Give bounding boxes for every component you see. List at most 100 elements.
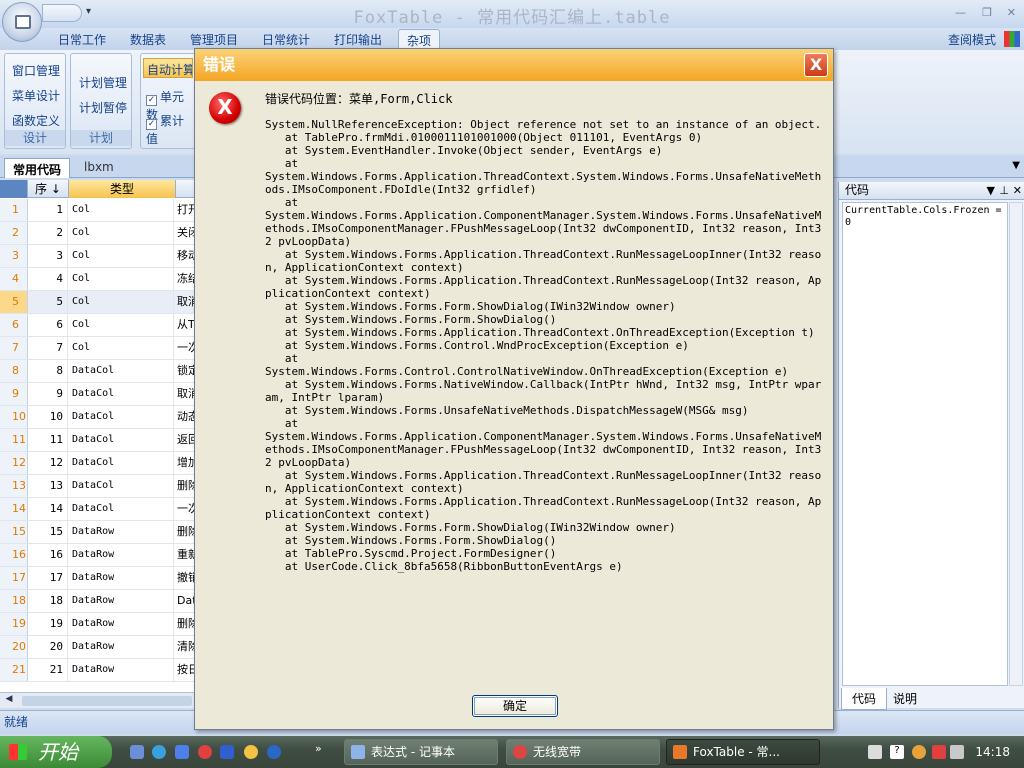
cell-seq[interactable]: 17	[28, 567, 68, 589]
cell-desc[interactable]: 清除	[176, 636, 196, 658]
row-number[interactable]: 12	[0, 452, 28, 474]
cell-type[interactable]: DataRow	[69, 659, 174, 681]
table-row[interactable]: 11 11 DataCol 返回	[0, 429, 196, 452]
cell-type[interactable]: DataCol	[69, 406, 174, 428]
row-number[interactable]: 13	[0, 475, 28, 497]
cell-desc[interactable]: 关闭	[176, 222, 196, 244]
qq-icon[interactable]	[244, 745, 258, 759]
taskbar-button-wireless[interactable]: 无线宽带	[506, 739, 660, 765]
cell-type[interactable]: DataCol	[69, 498, 174, 520]
doc-tab-lbxm[interactable]: lbxm	[76, 158, 122, 178]
tray-collapse-icon[interactable]	[912, 745, 926, 759]
table-row[interactable]: 19 19 DataRow 删除	[0, 613, 196, 636]
table-row[interactable]: 4 4 Col 冻结	[0, 268, 196, 291]
tab-manage-project[interactable]: 管理项目	[190, 31, 238, 48]
row-number[interactable]: 14	[0, 498, 28, 520]
column-header-seq[interactable]: 序 ↓	[28, 180, 69, 198]
cell-desc[interactable]: 移动	[176, 245, 196, 267]
cell-desc[interactable]: 删除	[176, 613, 196, 635]
start-button[interactable]: 开始	[0, 736, 112, 768]
plan-manage-button[interactable]: 计划管理	[79, 74, 127, 91]
keyboard-icon[interactable]	[868, 745, 882, 759]
cell-desc[interactable]: 取消	[176, 291, 196, 313]
cell-seq[interactable]: 8	[28, 360, 68, 382]
cell-seq[interactable]: 14	[28, 498, 68, 520]
tab-print-output[interactable]: 打印输出	[334, 31, 382, 48]
table-row[interactable]: 20 20 DataRow 清除	[0, 636, 196, 659]
scroll-left-icon[interactable]: ◀	[2, 694, 16, 707]
tab-data-table[interactable]: 数据表	[130, 31, 166, 48]
panel-dropdown-icon[interactable]: ▼	[987, 182, 995, 199]
cell-desc[interactable]: 重新	[176, 544, 196, 566]
chat-icon[interactable]	[267, 745, 281, 759]
row-number[interactable]: 3	[0, 245, 28, 267]
cell-type[interactable]: DataCol	[69, 452, 174, 474]
network-icon[interactable]	[932, 745, 946, 759]
cell-seq[interactable]: 18	[28, 590, 68, 612]
tab-misc[interactable]: 杂项	[398, 29, 441, 50]
cell-type[interactable]: DataCol	[69, 383, 174, 405]
ok-button[interactable]: 确定	[472, 695, 558, 717]
row-number[interactable]: 11	[0, 429, 28, 451]
table-row[interactable]: 6 6 Col 从T	[0, 314, 196, 337]
cell-desc[interactable]: 按日	[176, 659, 196, 681]
cell-desc[interactable]: 删除	[176, 521, 196, 543]
app-icon[interactable]	[198, 745, 212, 759]
cell-type[interactable]: DataCol	[69, 429, 174, 451]
row-number[interactable]: 2	[0, 222, 28, 244]
row-number[interactable]: 17	[0, 567, 28, 589]
cell-type[interactable]: DataCol	[69, 475, 174, 497]
cell-desc[interactable]: 从T	[176, 314, 196, 336]
cell-type[interactable]: Col	[69, 314, 174, 336]
pin-icon[interactable]: ⊥	[999, 182, 1009, 199]
cell-type[interactable]: Col	[69, 291, 174, 313]
tab-daily-work[interactable]: 日常工作	[58, 31, 106, 48]
table-row[interactable]: 2 2 Col 关闭	[0, 222, 196, 245]
quick-access-toolbar[interactable]	[42, 4, 82, 22]
taskbar-button-notepad[interactable]: 表达式 - 记事本	[344, 739, 498, 765]
volume-icon[interactable]	[950, 745, 964, 759]
cell-desc[interactable]: 一次	[176, 337, 196, 359]
plan-pause-button[interactable]: 计划暂停	[79, 99, 127, 116]
row-number[interactable]: 8	[0, 360, 28, 382]
close-window-icon[interactable]: ✕	[1007, 6, 1016, 19]
horizontal-scrollbar[interactable]: ◀	[0, 692, 196, 708]
cell-desc[interactable]: 增加	[176, 452, 196, 474]
row-number[interactable]: 10	[0, 406, 28, 428]
window-manage-button[interactable]: 窗口管理	[12, 62, 60, 79]
browser-icon[interactable]	[152, 745, 166, 759]
table-row[interactable]: 5 5 Col 取消	[0, 291, 196, 314]
cell-seq[interactable]: 15	[28, 521, 68, 543]
code-textbox[interactable]: CurrentTable.Cols.Frozen = 0	[842, 202, 1008, 686]
table-row[interactable]: 3 3 Col 移动	[0, 245, 196, 268]
cell-seq[interactable]: 20	[28, 636, 68, 658]
tab-explanation[interactable]: 说明	[883, 688, 927, 709]
desktop-icon[interactable]	[130, 745, 144, 759]
select-all-corner[interactable]	[0, 180, 28, 198]
music-icon[interactable]	[220, 745, 234, 759]
cell-type[interactable]: DataRow	[69, 544, 174, 566]
panel-close-icon[interactable]: ✕	[1013, 182, 1022, 199]
cell-desc[interactable]: 动态	[176, 406, 196, 428]
row-number[interactable]: 20	[0, 636, 28, 658]
table-row[interactable]: 7 7 Col 一次	[0, 337, 196, 360]
column-header-type[interactable]: 类型	[69, 180, 176, 198]
row-number[interactable]: 4	[0, 268, 28, 290]
function-define-button[interactable]: 函数定义	[12, 112, 60, 129]
cell-desc[interactable]: 取消	[176, 383, 196, 405]
tab-daily-stats[interactable]: 日常统计	[262, 31, 310, 48]
app-menu-button[interactable]	[2, 2, 42, 42]
cell-type[interactable]: Col	[69, 222, 174, 244]
view-mode-label[interactable]: 查阅模式	[948, 31, 996, 48]
table-row[interactable]: 1 1 Col 打开	[0, 199, 196, 222]
minimize-icon[interactable]: —	[955, 6, 966, 19]
row-number[interactable]: 5	[0, 291, 28, 313]
cell-seq[interactable]: 10	[28, 406, 68, 428]
auto-calc-button[interactable]: 自动计算	[143, 58, 193, 78]
cell-type[interactable]: DataRow	[69, 521, 174, 543]
help-icon[interactable]: ?	[890, 745, 904, 759]
cell-desc[interactable]: 返回	[176, 429, 196, 451]
row-number[interactable]: 6	[0, 314, 28, 336]
menu-design-button[interactable]: 菜单设计	[12, 87, 60, 104]
scroll-thumb[interactable]	[22, 696, 192, 706]
